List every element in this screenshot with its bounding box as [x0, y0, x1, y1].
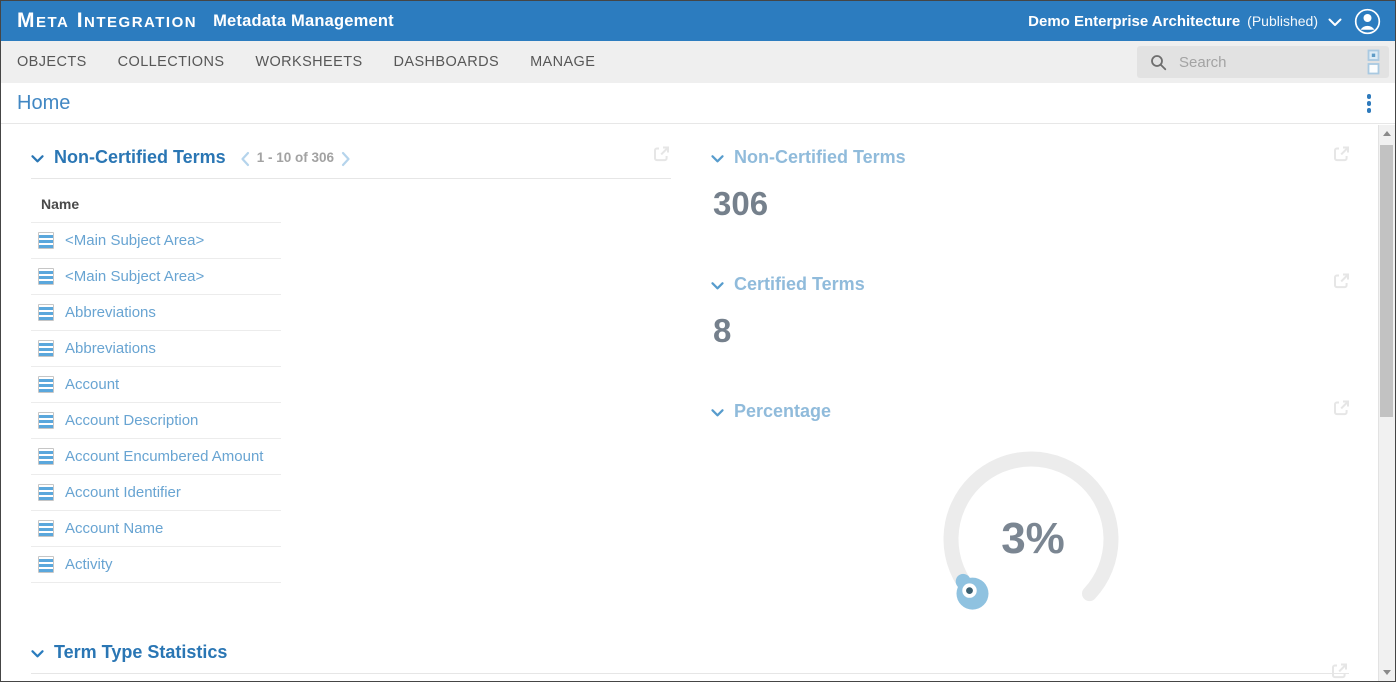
workspace-selector[interactable]: Demo Enterprise Architecture	[1028, 13, 1240, 30]
main-nav: OBJECTS COLLECTIONS WORKSHEETS DASHBOARD…	[1, 41, 1395, 83]
gauge-value: 3%	[1001, 514, 1065, 563]
widget-non-certified-count: Non-Certified Terms 306	[711, 125, 1351, 223]
term-icon	[38, 520, 54, 537]
kebab-menu-icon[interactable]	[1365, 92, 1374, 115]
open-in-new-icon[interactable]	[1329, 661, 1349, 681]
term-icon	[38, 412, 54, 429]
open-in-new-icon[interactable]	[1331, 144, 1351, 164]
widget-percentage-gauge: Percentage	[711, 379, 1351, 622]
table-row[interactable]: <Main Subject Area>	[31, 259, 281, 295]
nav-tab[interactable]: MANAGE	[530, 54, 595, 70]
titlebar: Meta Integration Metadata Management Dem…	[1, 1, 1395, 41]
term-name: Account Description	[65, 412, 198, 429]
stats-column: Non-Certified Terms 306	[711, 125, 1351, 622]
table-row[interactable]: <Main Subject Area>	[31, 223, 281, 259]
widget-title: Certified Terms	[734, 274, 865, 295]
stat-value: 8	[713, 312, 1351, 350]
search-input[interactable]	[1179, 54, 1360, 71]
search-options-icon[interactable]	[1366, 49, 1381, 75]
open-in-new-icon[interactable]	[1331, 398, 1351, 418]
term-icon	[38, 268, 54, 285]
widget-title: Term Type Statistics	[54, 642, 227, 663]
widget-header: Percentage	[711, 379, 1351, 432]
search-box[interactable]	[1137, 46, 1389, 78]
term-name: Activity	[65, 556, 113, 573]
widget-title: Percentage	[734, 401, 831, 422]
widget-header: Non-Certified Terms	[711, 125, 1351, 178]
widget-header: Certified Terms	[711, 252, 1351, 305]
widget-title: Non-Certified Terms	[734, 147, 906, 168]
table-row[interactable]: Abbreviations	[31, 295, 281, 331]
nav-tab[interactable]: COLLECTIONS	[118, 54, 225, 70]
widget-non-certified-terms-list: Non-Certified Terms 1 - 10 of 306	[31, 125, 671, 622]
nav-tab[interactable]: WORKSHEETS	[255, 54, 362, 70]
prev-page-icon[interactable]	[240, 151, 250, 167]
workspace-status: (Published)	[1247, 13, 1318, 29]
column-header-name: Name	[31, 179, 281, 223]
percentage-gauge: 3%	[911, 442, 1151, 622]
dashboard-columns: Non-Certified Terms 1 - 10 of 306	[1, 125, 1378, 622]
breadcrumb-home[interactable]: Home	[17, 92, 70, 115]
term-icon	[38, 304, 54, 321]
gauge-handle-dot	[966, 587, 973, 594]
term-icon	[38, 448, 54, 465]
collapse-icon[interactable]	[711, 409, 724, 417]
nav-tabs: OBJECTS COLLECTIONS WORKSHEETS DASHBOARD…	[17, 54, 595, 70]
user-avatar-icon[interactable]	[1354, 8, 1381, 35]
term-icon	[38, 556, 54, 573]
collapse-icon[interactable]	[711, 155, 724, 163]
term-name: Abbreviations	[65, 340, 156, 357]
scroll-down-button[interactable]	[1379, 664, 1395, 681]
table-row[interactable]: Account	[31, 367, 281, 403]
pagination: 1 - 10 of 306	[240, 149, 351, 167]
breadcrumb: Home	[1, 83, 1395, 124]
chevron-down-icon[interactable]	[1328, 18, 1342, 27]
search-icon	[1150, 54, 1167, 71]
term-name: Abbreviations	[65, 304, 156, 321]
table-row[interactable]: Account Description	[31, 403, 281, 439]
scrollbar-thumb[interactable]	[1380, 145, 1393, 417]
term-icon	[38, 232, 54, 249]
stat-value: 306	[713, 185, 1351, 223]
term-icon	[38, 484, 54, 501]
table-row[interactable]: Account Name	[31, 511, 281, 547]
vertical-scrollbar[interactable]	[1378, 125, 1395, 681]
nav-tab[interactable]: DASHBOARDS	[394, 54, 500, 70]
titlebar-right: Demo Enterprise Architecture (Published)	[1028, 8, 1381, 35]
open-in-new-icon[interactable]	[651, 144, 671, 164]
brand-logo: Meta Integration	[17, 9, 197, 33]
term-name: Account Name	[65, 520, 163, 537]
product-title: Metadata Management	[213, 12, 394, 31]
term-name: <Main Subject Area>	[65, 268, 204, 285]
widget-certified-count: Certified Terms 8	[711, 252, 1351, 350]
widget-header: Non-Certified Terms 1 - 10 of 306	[31, 125, 671, 179]
widget-term-type-statistics: Term Type Statistics Domain	[1, 642, 1378, 681]
collapse-icon[interactable]	[31, 155, 44, 163]
widget-header: Term Type Statistics	[31, 642, 1349, 674]
collapse-icon[interactable]	[711, 282, 724, 290]
widget-title: Non-Certified Terms	[54, 147, 226, 168]
table-row[interactable]: Account Encumbered Amount	[31, 439, 281, 475]
term-icon	[38, 340, 54, 357]
open-in-new-icon[interactable]	[1331, 271, 1351, 291]
term-name: Account	[65, 376, 119, 393]
table-row[interactable]: Account Identifier	[31, 475, 281, 511]
term-rows: <Main Subject Area> <Main Subject Area> …	[31, 223, 671, 583]
pagination-label: 1 - 10 of 306	[257, 150, 334, 165]
table-row[interactable]: Activity	[31, 547, 281, 583]
scroll-up-button[interactable]	[1379, 125, 1395, 142]
app-window: Meta Integration Metadata Management Dem…	[0, 0, 1396, 682]
term-icon	[38, 376, 54, 393]
dashboard-content: Non-Certified Terms 1 - 10 of 306	[1, 125, 1378, 681]
table-row[interactable]: Abbreviations	[31, 331, 281, 367]
next-page-icon[interactable]	[341, 151, 351, 167]
nav-tab[interactable]: OBJECTS	[17, 54, 87, 70]
collapse-icon[interactable]	[31, 650, 44, 658]
term-name: <Main Subject Area>	[65, 232, 204, 249]
term-name: Account Encumbered Amount	[65, 448, 263, 465]
term-name: Account Identifier	[65, 484, 181, 501]
